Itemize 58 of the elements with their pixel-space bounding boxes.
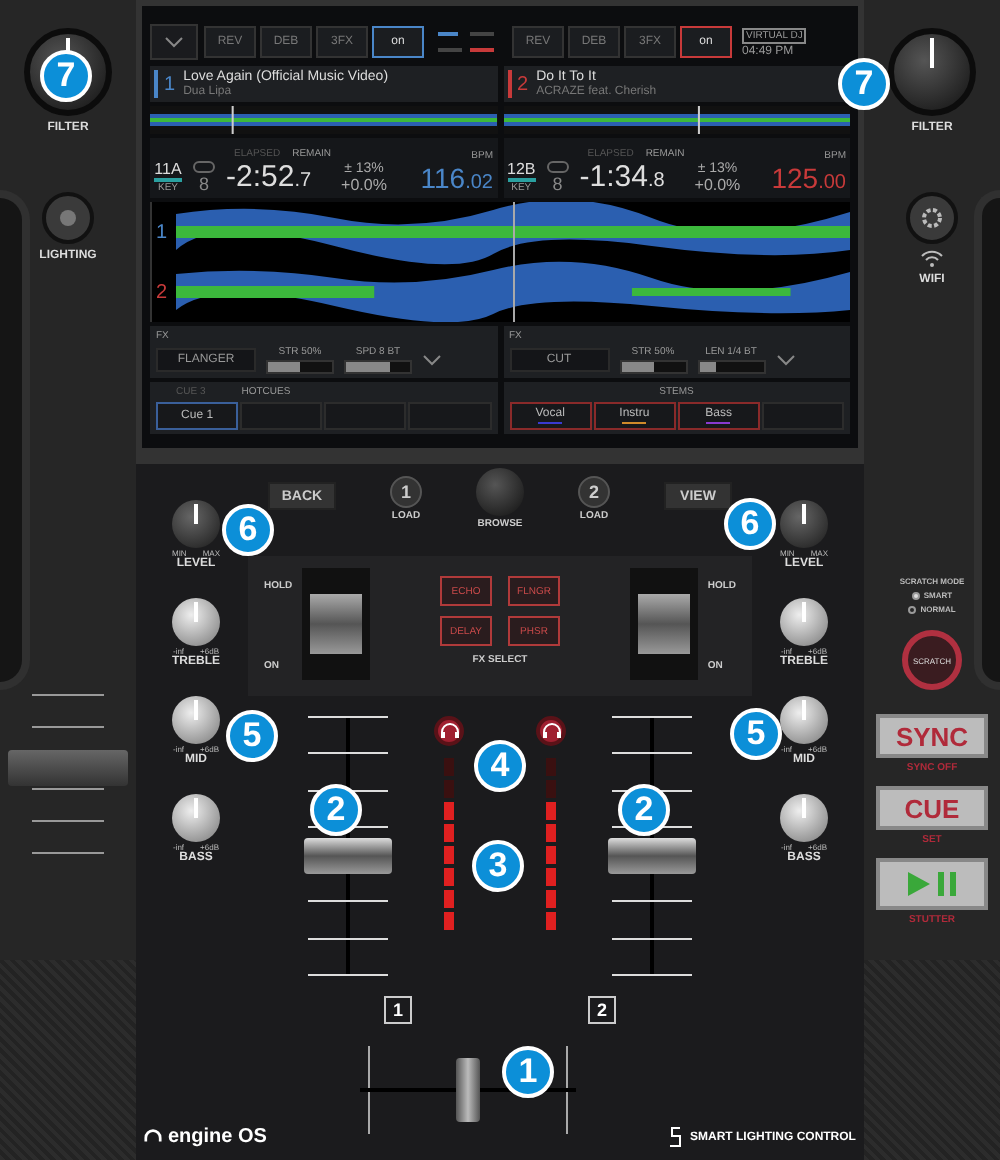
chevron-down-icon[interactable]	[422, 354, 442, 366]
loop-length: 8	[552, 174, 563, 194]
chevron-down-icon	[164, 36, 184, 48]
engine-os-logo: engine OS	[144, 1126, 267, 1148]
pitch-value: +0.0%	[341, 176, 387, 194]
param-slider[interactable]	[697, 360, 765, 374]
bpm-value: 125.00	[771, 162, 846, 194]
pitch-fader[interactable]	[8, 694, 128, 854]
deck-number: 2	[507, 70, 529, 98]
loop-icon	[192, 160, 216, 174]
eq-knob[interactable]	[780, 598, 828, 646]
key-value: 11A	[154, 160, 182, 178]
crossfader-thumb[interactable]	[455, 1058, 480, 1122]
time-remaining: -2:52.7	[226, 160, 314, 194]
eq-knob[interactable]	[172, 696, 220, 744]
lighting-button[interactable]	[42, 192, 94, 244]
bpm-value: 116.02	[420, 162, 493, 194]
fader-thumb[interactable]	[608, 837, 696, 873]
play-pause-icon	[906, 870, 958, 898]
param-slider[interactable]	[266, 360, 334, 374]
chevron-down-icon[interactable]	[775, 354, 795, 366]
loop-length: 8	[198, 174, 209, 194]
headphone-cue-button[interactable]	[434, 716, 464, 746]
level-knob[interactable]	[171, 500, 220, 548]
mixer-levels-icon	[438, 28, 498, 56]
loop-icon	[545, 160, 570, 174]
menu-toggle-button[interactable]	[150, 24, 198, 60]
headphone-cue-button[interactable]	[536, 716, 566, 746]
fader-thumb[interactable]	[304, 837, 392, 873]
wifi-icon	[920, 250, 944, 268]
settings-icon	[920, 206, 944, 230]
fx-paddle-switch[interactable]	[302, 568, 371, 680]
eq-knob[interactable]	[172, 794, 220, 842]
waveform-deck-number: 1	[156, 221, 170, 243]
channel-number: 2	[588, 996, 616, 1024]
headphones-icon	[541, 722, 561, 740]
load-deck-button[interactable]: 1	[390, 476, 422, 508]
headphones-icon	[144, 1128, 162, 1146]
lighting-logo-icon	[667, 1126, 684, 1148]
callout-badge: 7	[838, 58, 890, 110]
fx-paddle-switch[interactable]	[629, 568, 698, 680]
param-slider[interactable]	[344, 360, 412, 374]
level-knob[interactable]	[779, 500, 828, 548]
eq-knob[interactable]	[172, 598, 220, 646]
pitch-value: +0.0%	[694, 176, 741, 194]
waveform-deck-number: 2	[156, 281, 170, 303]
eq-knob[interactable]	[780, 794, 828, 842]
param-slider[interactable]	[619, 360, 687, 374]
key-value: 12B	[507, 160, 536, 178]
deck-number: 1	[154, 70, 176, 98]
time-remaining: -1:34.8	[579, 160, 667, 194]
sync-button[interactable]: SYNC	[876, 714, 988, 758]
headphones-icon	[439, 722, 459, 740]
settings-button[interactable]	[906, 192, 958, 244]
cue-button[interactable]: CUE	[876, 786, 988, 830]
channel-number: 1	[384, 996, 412, 1024]
load-deck-button[interactable]: 2	[578, 476, 610, 508]
eq-knob[interactable]	[780, 696, 828, 744]
